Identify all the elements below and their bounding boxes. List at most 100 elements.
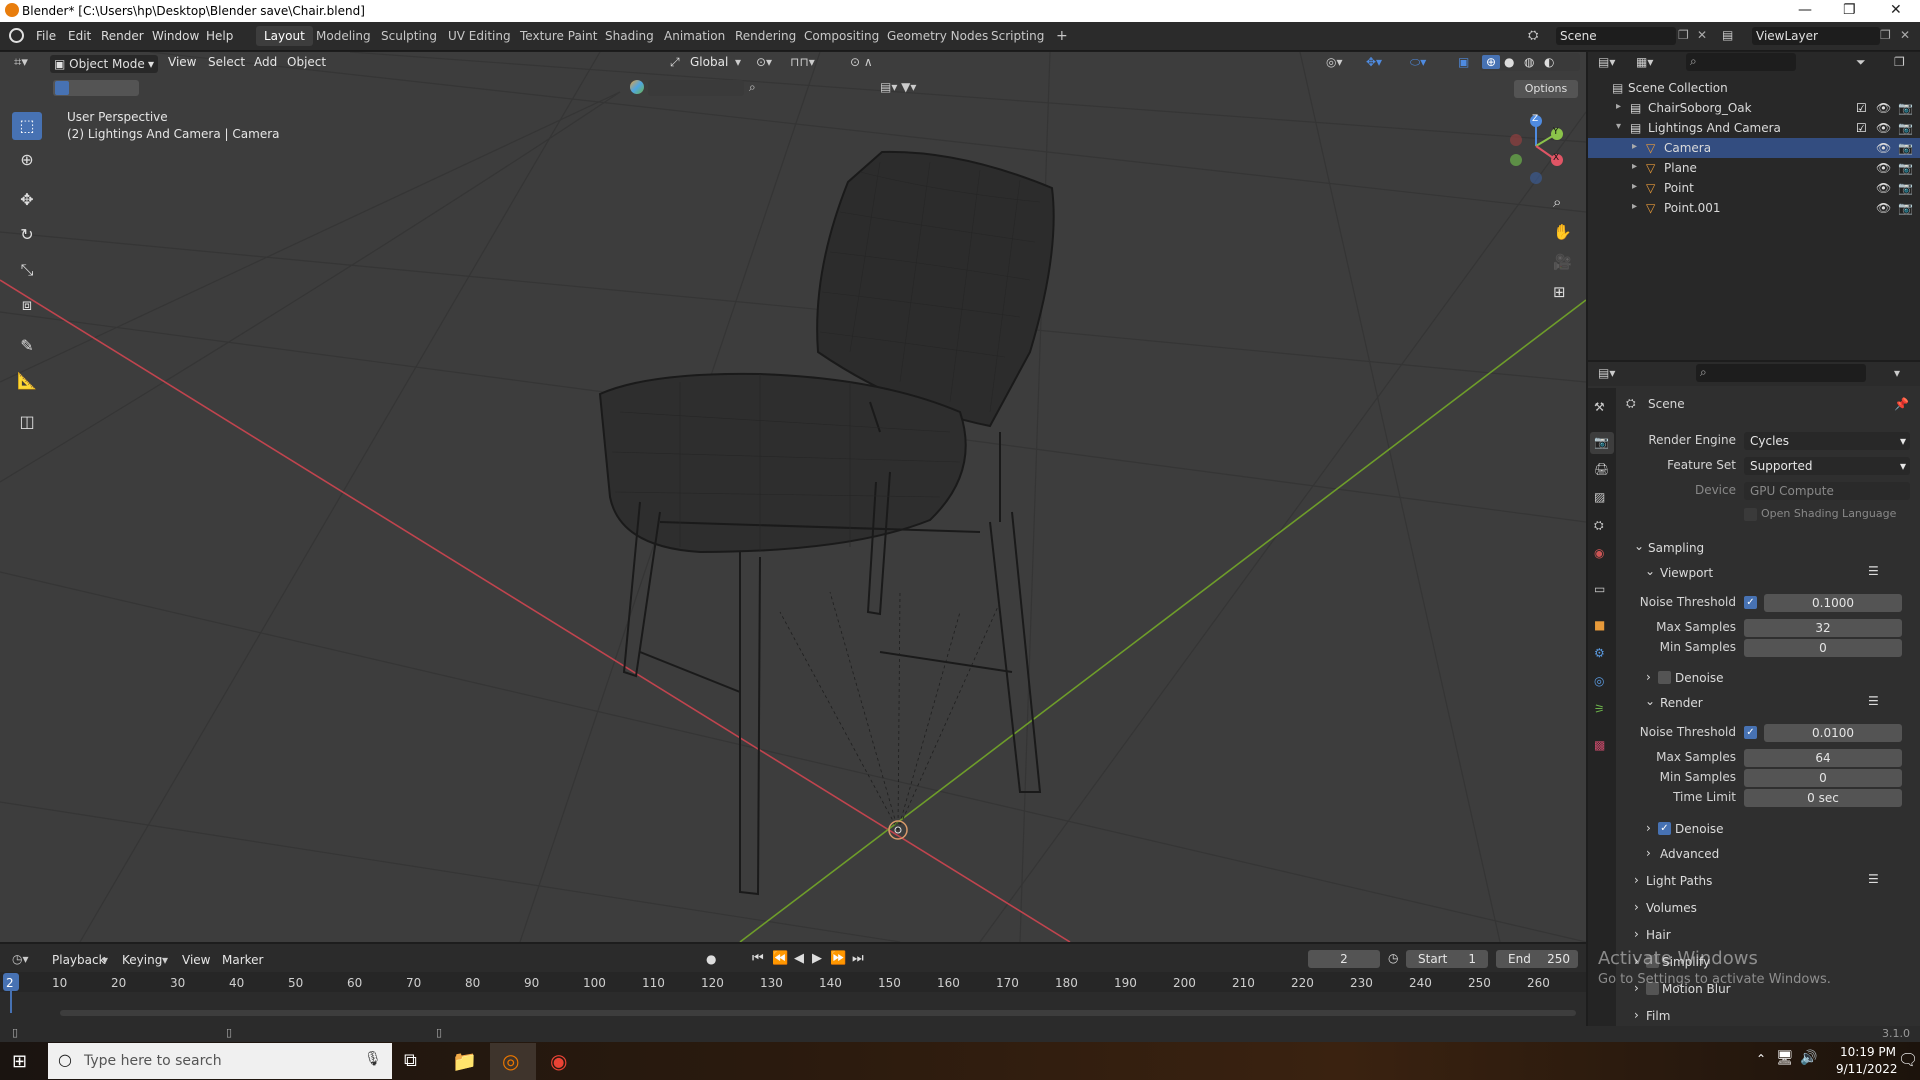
jump-end-icon[interactable]: ⏭ [852, 951, 864, 966]
expand-chevron-icon[interactable]: ▸ [1616, 101, 1621, 112]
volume-icon[interactable]: 🔊 [1800, 1050, 1817, 1066]
menu-help[interactable]: Help [206, 29, 233, 43]
windows-start-icon[interactable]: ⊞ [12, 1051, 27, 1072]
expand-chevron-icon[interactable]: ▸ [1632, 141, 1637, 152]
expand-chevron-icon[interactable]: ▸ [1632, 181, 1637, 192]
visibility-eye-icon[interactable]: 👁 [1876, 141, 1891, 155]
annotate-tool-icon[interactable]: ✎ [12, 332, 42, 360]
render-presets-icon[interactable]: ☰ [1868, 694, 1879, 708]
light-paths-chevron-icon[interactable]: › [1634, 873, 1639, 887]
viewport-noise-threshold-field[interactable]: 0.1000 [1764, 594, 1902, 612]
material-shading-icon[interactable]: ◍ [1524, 55, 1534, 69]
proportional-editing-icon[interactable]: ⊙ ∧ [850, 55, 873, 69]
object-type-visibility-icon[interactable] [630, 80, 644, 94]
viewport-chevron-icon[interactable]: ⌄ [1645, 564, 1655, 578]
viewport-subpanel-header[interactable]: Viewport [1660, 566, 1713, 580]
sampling-panel-header[interactable]: Sampling [1648, 541, 1704, 555]
outliner-row[interactable]: ▸ ▤ ChairSoborg_Oak 👁 📷 ☑ [1588, 98, 1920, 118]
render-chevron-icon[interactable]: ⌄ [1645, 694, 1655, 708]
viewport-menu-view[interactable]: View [168, 55, 196, 69]
start-frame-field[interactable]: Start 1 [1406, 950, 1488, 968]
timeline-menu-playback[interactable]: Playback [52, 953, 106, 967]
jump-start-icon[interactable]: ⏮ [752, 951, 764, 966]
render-noise-threshold-checkbox[interactable]: ✓ [1744, 726, 1757, 739]
render-visibility-icon[interactable]: 📷 [1898, 141, 1913, 155]
task-view-icon[interactable]: ⧉ [404, 1050, 417, 1071]
viewport-visibility-icon[interactable]: ◎▾ [1326, 55, 1343, 69]
render-visibility-icon[interactable]: 📷 [1898, 101, 1913, 115]
rendered-shading-icon[interactable]: ◐ [1544, 55, 1554, 69]
texture-tab-icon[interactable]: ▩ [1594, 738, 1605, 752]
view-layer-tab-icon[interactable]: ▨ [1594, 490, 1605, 504]
microphone-icon[interactable]: 🎙 [364, 1051, 382, 1067]
outliner-filter-icon[interactable]: ⏷ [1856, 55, 1866, 70]
timeline-menu-marker[interactable]: Marker [222, 953, 263, 967]
feature-set-dropdown[interactable]: Supported ▾ [1744, 457, 1910, 475]
visibility-eye-icon[interactable]: 👁 [1876, 161, 1891, 175]
move-tool-icon[interactable]: ✥ [12, 186, 42, 214]
zoom-icon[interactable]: ⌕ [1553, 193, 1561, 211]
outliner-row[interactable]: ▾ ▤ Lightings And Camera 👁 📷 ☑ [1588, 118, 1920, 138]
viewport-menu-object[interactable]: Object [287, 55, 326, 69]
blender-taskbar-icon[interactable]: ◎ [502, 1049, 519, 1073]
exclude-checkbox[interactable]: ☑ [1856, 101, 1867, 115]
new-view-layer-icon[interactable]: ❐ [1880, 28, 1891, 42]
visibility-eye-icon[interactable]: 👁 [1876, 181, 1891, 195]
volumes-panel-header[interactable]: Volumes [1646, 901, 1697, 915]
close-button[interactable]: ✕ [1890, 2, 1902, 18]
time-limit-field[interactable]: 0 sec [1744, 789, 1902, 807]
expand-chevron-icon[interactable]: ▸ [1632, 161, 1637, 172]
hair-chevron-icon[interactable]: › [1634, 927, 1639, 941]
viewport-menu-add[interactable]: Add [254, 55, 277, 69]
volumes-chevron-icon[interactable]: › [1634, 900, 1639, 914]
editor-type-icon[interactable]: ⌗▾ [14, 55, 28, 70]
delete-view-layer-icon[interactable]: ✕ [1900, 28, 1910, 42]
physics-tab-icon[interactable]: ◎ [1594, 674, 1604, 688]
render-denoise-checkbox[interactable]: ✓ [1658, 822, 1671, 835]
menu-window[interactable]: Window [152, 29, 199, 43]
play-icon[interactable]: ▶ [812, 951, 822, 966]
filter-icon[interactable]: ▤▾ ▼▾ [880, 80, 916, 94]
properties-search-input[interactable]: ⌕ [1696, 364, 1866, 382]
viewport-menu-select[interactable]: Select [208, 55, 245, 69]
render-visibility-icon[interactable]: 📷 [1898, 181, 1913, 195]
notification-icon[interactable]: 🗨 [1898, 1050, 1918, 1069]
cursor-tool-icon[interactable]: ⊕ [12, 146, 42, 174]
menu-render[interactable]: Render [101, 29, 144, 43]
tab-scripting[interactable]: Scripting [983, 26, 1052, 46]
render-tab-icon[interactable]: 📷 [1594, 435, 1609, 449]
advanced-panel-header[interactable]: Advanced [1660, 847, 1719, 861]
render-subpanel-header[interactable]: Render [1660, 696, 1703, 710]
new-collection-icon[interactable]: ❐ [1894, 55, 1905, 69]
tool-tab-icon[interactable]: ⚒ [1594, 400, 1605, 414]
end-frame-field[interactable]: End 250 [1496, 950, 1578, 968]
solid-shading-icon[interactable]: ● [1504, 55, 1514, 69]
timeline-scrollbar[interactable] [60, 1010, 1576, 1016]
tab-animation[interactable]: Animation [656, 26, 733, 46]
add-workspace-button[interactable]: + [1048, 26, 1076, 46]
properties-editor-icon[interactable]: ▤▾ [1598, 366, 1615, 380]
tab-shading[interactable]: Shading [597, 26, 662, 46]
properties-options-icon[interactable]: ▾ [1894, 366, 1900, 380]
tab-layout[interactable]: Layout [256, 26, 313, 46]
taskbar-date[interactable]: 9/11/2022 [1836, 1062, 1898, 1076]
xray-toggle-icon[interactable]: ▣ [1458, 55, 1469, 69]
open-shading-language-checkbox[interactable] [1744, 508, 1757, 521]
device-dropdown[interactable]: GPU Compute [1744, 482, 1910, 500]
expand-chevron-icon[interactable]: ▾ [1616, 121, 1621, 132]
tab-sculpting[interactable]: Sculpting [373, 26, 445, 46]
viewport-min-samples-field[interactable]: 0 [1744, 639, 1902, 657]
menu-edit[interactable]: Edit [68, 29, 91, 43]
chrome-taskbar-icon[interactable]: ◉ [550, 1049, 567, 1073]
transform-tool-icon[interactable]: ⧈ [12, 291, 42, 319]
sampling-chevron-icon[interactable]: ⌄ [1634, 539, 1644, 553]
advanced-chevron-icon[interactable]: › [1646, 846, 1651, 860]
object-tab-icon[interactable]: ■ [1594, 618, 1605, 632]
outliner-row[interactable]: ▸ ▽ Plane 👁 📷 [1588, 158, 1920, 178]
options-dropdown[interactable]: Options [1514, 80, 1578, 98]
jump-prev-keyframe-icon[interactable]: ⏪ [772, 951, 788, 966]
select-box-tool-icon[interactable]: ⬚ [12, 112, 42, 140]
tab-rendering[interactable]: Rendering [727, 26, 804, 46]
navigation-gizmo[interactable]: Z Y X [1504, 112, 1568, 184]
file-explorer-icon[interactable]: 📁 [452, 1049, 477, 1073]
